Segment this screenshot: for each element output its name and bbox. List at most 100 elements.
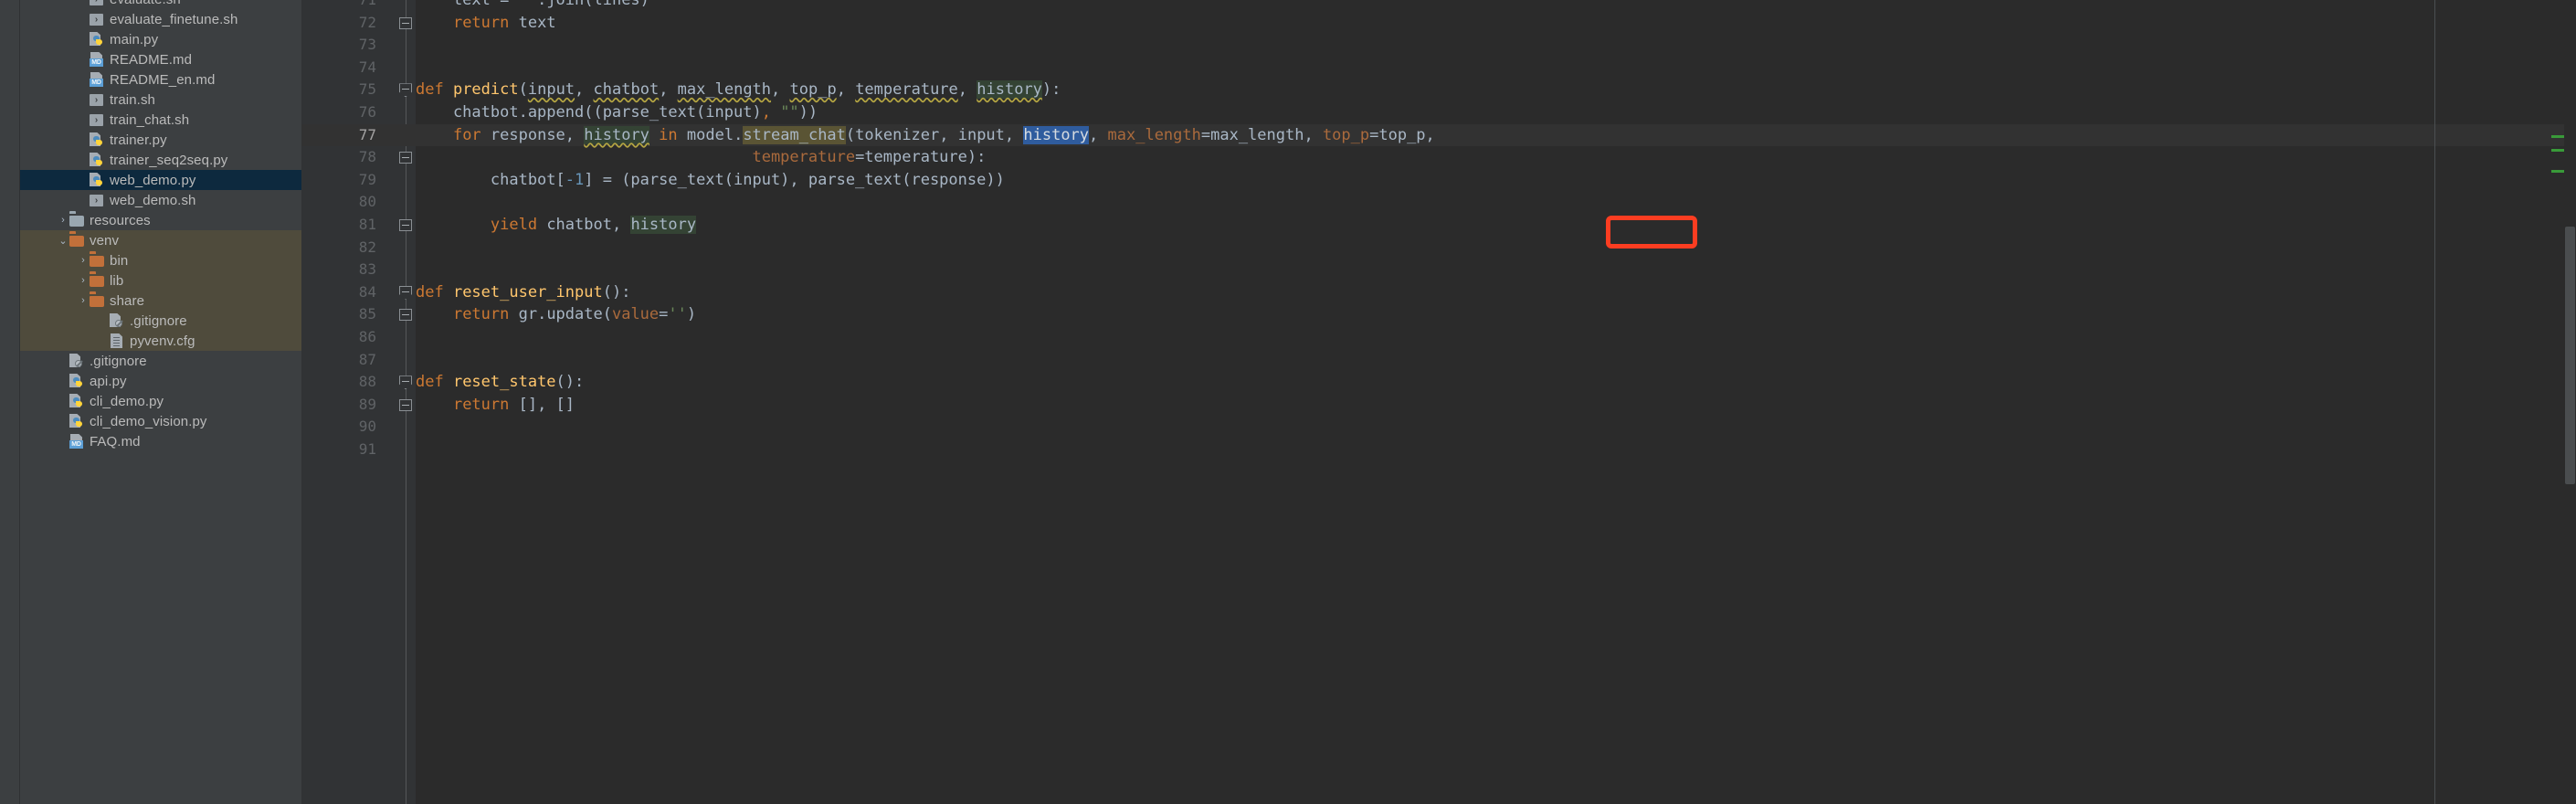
tree-item-train-chat-sh[interactable]: › train_chat.sh [20, 110, 301, 130]
code-token: chatbot [593, 80, 660, 100]
tree-item-evaluate-finetune-sh[interactable]: › evaluate_finetune.sh [20, 9, 301, 29]
code-line[interactable]: 72 return text [359, 12, 2576, 35]
line-number: 73 [358, 36, 376, 54]
editor-scrollbar[interactable] [2564, 0, 2576, 804]
code-line[interactable]: 73 [359, 34, 2576, 57]
code-line-text: def predict(input, chatbot, max_length, … [416, 79, 1061, 101]
tree-item-cli-demo-py[interactable]: cli_demo.py [20, 391, 301, 411]
tree-item-web-demo-sh[interactable]: › web_demo.sh [20, 190, 301, 210]
code-line-text: text = "".join(lines) [416, 0, 649, 12]
chevron-right-icon[interactable]: › [57, 210, 69, 230]
code-line[interactable]: 78 temperature=temperature): [359, 146, 2576, 169]
fold-end-icon[interactable] [396, 146, 416, 169]
code-token: "" [780, 102, 799, 122]
code-line[interactable]: 82 [359, 237, 2576, 259]
code-line-text: return [], [] [416, 394, 575, 417]
tree-item-cli-demo-vision-py[interactable]: cli_demo_vision.py [20, 411, 301, 431]
tree-item-evaluate-sh[interactable]: › evaluate.sh [20, 0, 301, 9]
tree-item-label: venv [90, 232, 120, 249]
fold-collapse-icon[interactable] [396, 79, 416, 101]
code-line[interactable]: 80 [359, 191, 2576, 214]
fold-end-icon[interactable] [396, 214, 416, 237]
code-token: , [659, 80, 678, 100]
code-token: def [416, 80, 453, 100]
tree-item-label: evaluate.sh [110, 0, 181, 7]
chevron-down-icon[interactable]: ⌄ [57, 230, 69, 250]
code-token: "" [518, 0, 538, 9]
scrollbar-thumb[interactable] [2565, 227, 2575, 484]
tree-item-label: trainer.py [110, 132, 167, 148]
code-token: chatbot[ [416, 170, 565, 189]
tree-item-pyvenv-cfg[interactable]: pyvenv.cfg [20, 331, 301, 351]
code-token: top_p [1322, 125, 1370, 144]
line-number: 91 [358, 439, 376, 458]
tree-item-web-demo-py[interactable]: web_demo.py [20, 170, 301, 190]
tree-item-trainer-seq2seq-py[interactable]: trainer_seq2seq.py [20, 150, 301, 170]
code-line-current[interactable]: 77 for response, history in model.stream… [301, 123, 2576, 147]
code-line[interactable]: 87 [359, 349, 2576, 372]
line-number: 74 [358, 58, 376, 76]
project-tool-window[interactable]: › evaluate.sh › evaluate_finetune.sh main.py… [20, 0, 301, 804]
line-number: 81 [358, 215, 376, 233]
project-tree[interactable]: › evaluate.sh › evaluate_finetune.sh main.py… [20, 0, 301, 451]
code-line[interactable]: 88 def reset_state(): [359, 371, 2576, 394]
chevron-right-icon[interactable]: › [77, 291, 90, 311]
chevron-right-icon[interactable]: › [77, 250, 90, 270]
code-line[interactable]: 90 [359, 416, 2576, 439]
tree-item-venv[interactable]: ⌄ venv [20, 230, 301, 250]
line-number: 84 [358, 282, 376, 301]
code-line[interactable]: 83 [359, 259, 2576, 281]
tree-item-label: main.py [110, 31, 159, 48]
code-line[interactable]: 75 def predict(input, chatbot, max_length… [359, 79, 2576, 101]
tree-item-faq-md[interactable]: MD FAQ.md [20, 431, 301, 451]
code-line[interactable]: 81 yield chatbot, history [359, 214, 2576, 237]
code-line-text: return gr.update(value='') [416, 303, 696, 326]
code-line[interactable]: 76 chatbot.append((parse_text(input), ""… [359, 101, 2576, 124]
line-number: 86 [358, 327, 376, 345]
tree-item-readme-en-md[interactable]: MD README_en.md [20, 69, 301, 90]
code-token: max_length [677, 80, 772, 100]
code-line[interactable]: 91 [359, 439, 2576, 461]
python-file-icon [90, 153, 104, 167]
tree-item-readme-md[interactable]: MD README.md [20, 49, 301, 69]
fold-end-icon[interactable] [396, 303, 416, 326]
tree-item-share[interactable]: › share [20, 291, 301, 311]
tree-item-gitignore[interactable]: .gitignore [20, 311, 301, 331]
config-file-icon [110, 333, 124, 348]
tree-item-bin[interactable]: › bin [20, 250, 301, 270]
chevron-right-icon[interactable]: › [77, 270, 90, 291]
tree-item-gitignore[interactable]: .gitignore [20, 351, 301, 371]
code-line[interactable]: 89 return [], [] [359, 394, 2576, 417]
folder-icon [90, 273, 104, 288]
code-line[interactable]: 71 text = "".join(lines) [359, 0, 2576, 12]
tree-item-api-py[interactable]: api.py [20, 371, 301, 391]
code-line[interactable]: 86 [359, 326, 2576, 349]
tree-item-lib[interactable]: › lib [20, 270, 301, 291]
code-line[interactable]: 79 chatbot[-1] = (parse_text(input), par… [359, 169, 2576, 192]
fold-collapse-icon[interactable] [396, 371, 416, 394]
tree-item-label: train_chat.sh [110, 111, 190, 128]
code-editor[interactable]: 71 text = "".join(lines)72 return text73… [301, 0, 2576, 804]
tree-item-trainer-py[interactable]: trainer.py [20, 130, 301, 150]
code-text-area[interactable]: 71 text = "".join(lines)72 return text73… [301, 0, 2576, 804]
shell-file-icon: › [90, 92, 104, 107]
fold-end-icon[interactable] [396, 394, 416, 417]
code-token: text = [416, 0, 519, 9]
tree-item-train-sh[interactable]: › train.sh [20, 90, 301, 110]
right-margin-guide [2434, 0, 2435, 804]
code-line[interactable]: 85 return gr.update(value='') [359, 303, 2576, 326]
shell-file-icon: › [90, 112, 104, 127]
code-line[interactable]: 74 [359, 57, 2576, 79]
fold-collapse-icon[interactable] [396, 281, 416, 304]
fold-end-icon[interactable] [396, 12, 416, 35]
code-line[interactable]: 84 def reset_user_input(): [359, 281, 2576, 304]
code-token: ) [686, 305, 697, 324]
tree-item-resources[interactable]: › resources [20, 210, 301, 230]
python-file-icon [90, 132, 104, 147]
line-number: 88 [358, 373, 376, 391]
tree-item-main-py[interactable]: main.py [20, 29, 301, 49]
